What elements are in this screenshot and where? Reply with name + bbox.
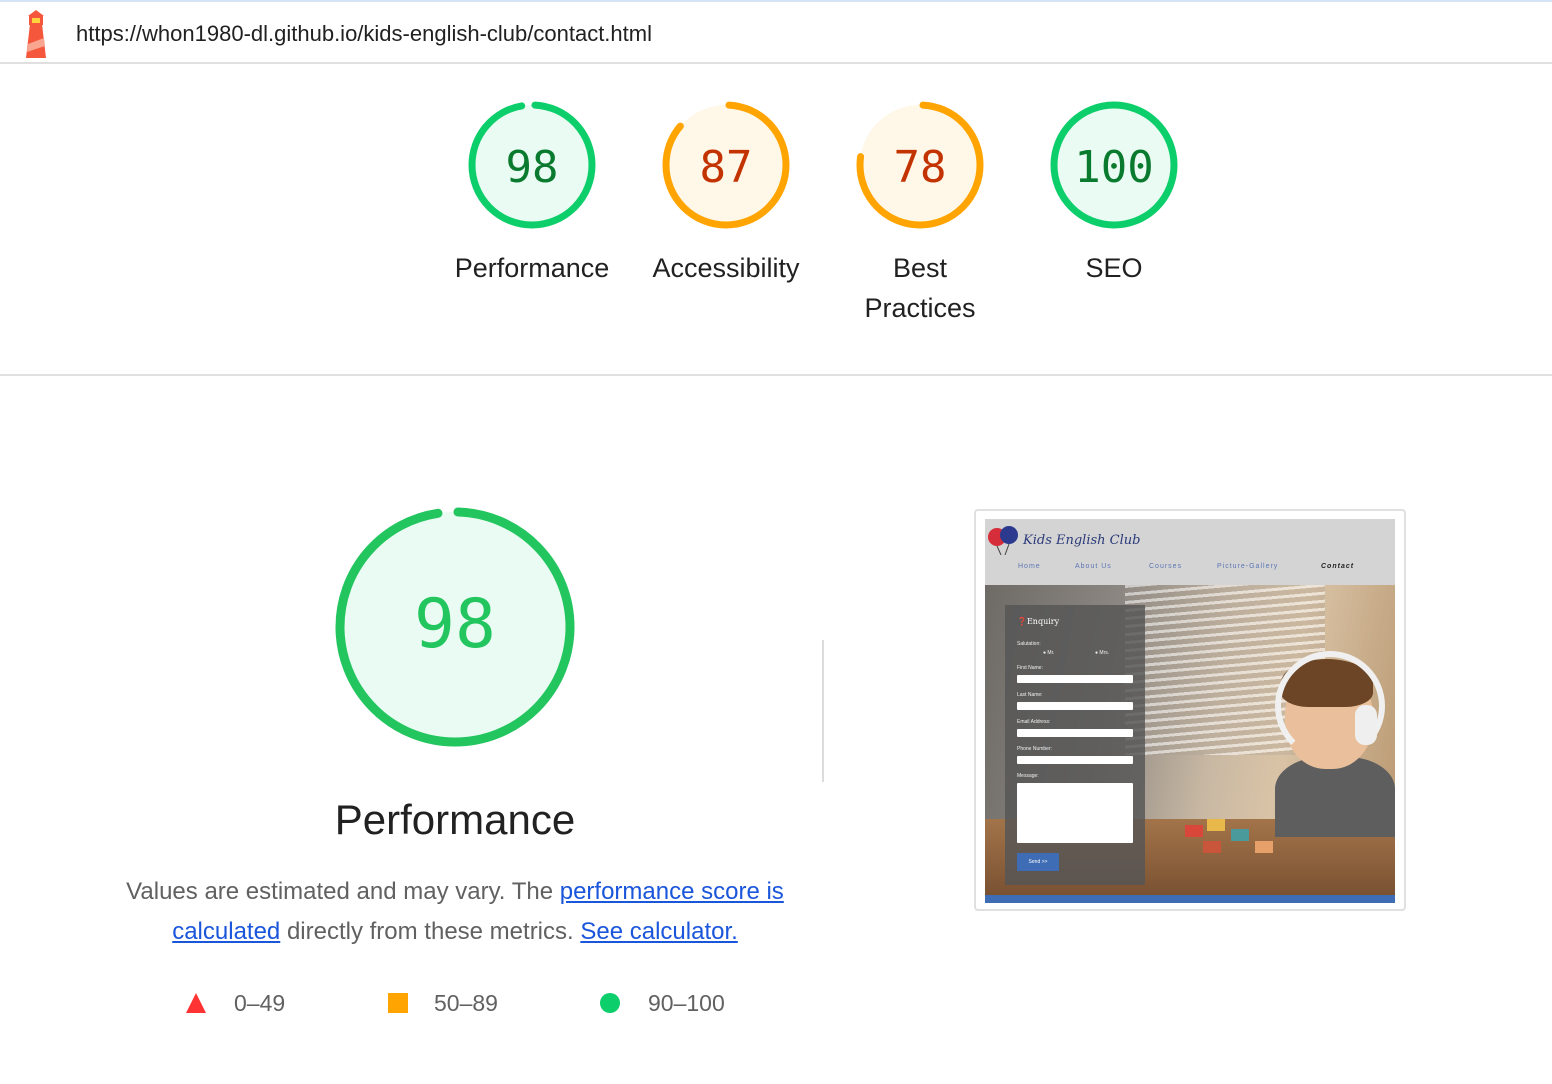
preview-nav-contact: Contact: [1321, 563, 1355, 570]
performance-score: 98: [414, 585, 496, 664]
preview-radio-mrs: ● Mrs.: [1095, 650, 1110, 656]
gauge-score: 78: [894, 142, 947, 193]
preview-nav-gallery: Picture-Gallery: [1217, 563, 1279, 570]
gauge-score: 100: [1074, 142, 1153, 193]
preview-input: [1017, 675, 1133, 683]
preview-label: Last Name:: [1017, 692, 1043, 698]
preview-radio-mr: ● Mr.: [1043, 650, 1055, 656]
toy-block: [1207, 819, 1225, 831]
gauge-label: Performance: [454, 253, 610, 283]
desc-text: directly from these metrics.: [280, 918, 581, 945]
balloon-logo-icon: [988, 526, 1018, 555]
score-gauges: 98 Performance 87 Accessibility 78 Best …: [0, 100, 1552, 360]
performance-title: Performance: [334, 796, 576, 843]
preview-enquiry-form: ❓Enquiry Salutation: ● Mr. ● Mrs. First …: [1005, 605, 1145, 885]
preview-send-button: Send >>: [1017, 853, 1059, 871]
circle-icon: [600, 993, 620, 1013]
gauge-score: 87: [700, 142, 753, 193]
preview-nav-about: About Us: [1075, 563, 1112, 570]
gauge-ring: 100: [1050, 101, 1178, 229]
desc-text: Values are estimated and may vary. The: [126, 878, 560, 905]
toy-block: [1231, 829, 1249, 841]
preview-textarea: [1017, 783, 1133, 843]
preview-label: First Name:: [1017, 665, 1043, 671]
gauge-label: SEO: [1085, 253, 1143, 283]
final-screenshot-thumbnail[interactable]: Kids English Club Home About Us Courses …: [974, 509, 1406, 911]
gauge-ring: 78: [856, 101, 984, 229]
preview-label: Email Address:: [1017, 719, 1051, 725]
performance-description: Values are estimated and may vary. The p…: [120, 872, 790, 952]
legend-range: 0–49: [234, 990, 286, 1016]
preview-nav-courses: Courses: [1149, 563, 1183, 570]
preview-input: [1017, 702, 1133, 710]
gauge-ring: 98: [468, 101, 596, 229]
see-calculator-link[interactable]: See calculator.: [580, 918, 737, 945]
preview-label: Phone Number:: [1017, 746, 1053, 752]
gauge-score: 98: [506, 142, 559, 193]
preview-input: [1017, 756, 1133, 764]
page-preview: Kids English Club Home About Us Courses …: [985, 519, 1395, 903]
preview-child-body: [1275, 757, 1395, 837]
vertical-separator: [822, 640, 824, 782]
preview-label: Salutation:: [1017, 641, 1041, 647]
gauge-accessibility[interactable]: 87 Accessibility: [636, 100, 816, 288]
gauge-performance[interactable]: 98 Performance: [442, 100, 622, 288]
gauge-best-practices[interactable]: 78 Best Practices: [830, 100, 1010, 328]
preview-brand: Kids English Club: [1023, 533, 1141, 548]
lighthouse-icon: [26, 10, 46, 58]
toy-block: [1255, 841, 1273, 853]
preview-footer: [985, 895, 1395, 903]
preview-label: Message:: [1017, 773, 1039, 779]
toy-block: [1185, 825, 1203, 837]
preview-input: [1017, 729, 1133, 737]
triangle-icon: [186, 993, 206, 1013]
performance-gauge-large: 98: [335, 507, 575, 747]
gauge-ring: 87: [662, 101, 790, 229]
square-icon: [388, 993, 408, 1013]
section-divider: [0, 374, 1552, 376]
preview-header: Kids English Club Home About Us Courses …: [985, 519, 1395, 585]
gauge-label: Accessibility: [652, 253, 800, 283]
legend-range: 90–100: [648, 990, 725, 1016]
legend-range: 50–89: [434, 990, 498, 1016]
gauge-label: Best Practices: [864, 253, 976, 323]
headphone-ear: [1355, 705, 1377, 745]
toy-block: [1203, 841, 1221, 853]
preview-nav-home: Home: [1018, 563, 1041, 570]
gauge-seo[interactable]: 100 SEO: [1024, 100, 1204, 288]
page-url[interactable]: https://whon1980-dl.github.io/kids-engli…: [76, 21, 652, 47]
preview-form-title: ❓Enquiry: [1017, 617, 1060, 626]
report-url-bar: https://whon1980-dl.github.io/kids-engli…: [0, 0, 1552, 64]
